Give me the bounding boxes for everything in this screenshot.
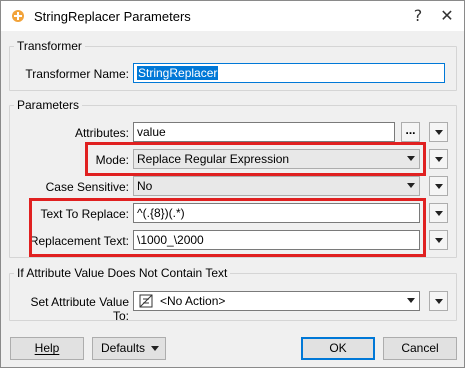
no-action-icon [139, 294, 153, 308]
ok-button-label: OK [329, 341, 347, 355]
mode-menu-button[interactable] [429, 149, 448, 169]
cancel-button[interactable]: Cancel [383, 337, 457, 360]
ok-button[interactable]: OK [301, 337, 375, 360]
chevron-down-icon [435, 130, 443, 135]
parameters-group-title: Parameters [14, 98, 83, 112]
set-attribute-menu-button[interactable] [429, 291, 448, 311]
window-title: StringReplacer Parameters [34, 9, 191, 24]
chevron-down-icon [435, 238, 443, 243]
set-attribute-label: Set Attribute Value To: [30, 295, 129, 323]
chevron-down-icon [435, 299, 443, 304]
transformer-name-label: Transformer Name: [25, 67, 129, 81]
title-bar: StringReplacer Parameters ? ✕ [1, 1, 464, 31]
set-attribute-field[interactable]: <No Action> [133, 291, 420, 311]
case-sensitive-menu-button[interactable] [429, 176, 448, 196]
dialog-window: StringReplacer Parameters ? ✕ Transforme… [0, 0, 465, 368]
defaults-button[interactable]: Defaults [92, 337, 166, 360]
chevron-down-icon [435, 157, 443, 162]
case-sensitive-value: No [137, 179, 153, 193]
cancel-button-label: Cancel [401, 341, 439, 355]
fme-transformer-icon [12, 10, 24, 22]
text-to-replace-menu-button[interactable] [429, 203, 448, 223]
close-title-button[interactable]: ✕ [434, 5, 460, 27]
attributes-field[interactable]: value [133, 122, 395, 142]
mode-highlight-box [85, 142, 426, 176]
chevron-down-icon [435, 184, 443, 189]
case-sensitive-select[interactable]: No [133, 176, 420, 196]
no-text-group-title: If Attribute Value Does Not Contain Text [14, 266, 231, 280]
help-title-button[interactable]: ? [405, 5, 431, 27]
attributes-label: Attributes: [74, 126, 129, 140]
case-sensitive-label: Case Sensitive: [45, 180, 129, 194]
help-button[interactable]: Help [10, 337, 84, 360]
replacement-text-menu-button[interactable] [429, 230, 448, 250]
chevron-down-icon [407, 298, 415, 303]
chevron-down-icon [151, 346, 159, 351]
replace-highlight-box [29, 198, 426, 257]
defaults-button-label: Defaults [101, 341, 146, 355]
chevron-down-icon [435, 211, 443, 216]
transformer-name-input[interactable]: StringReplacer [133, 63, 445, 83]
transformer-group-title: Transformer [14, 39, 85, 53]
set-attribute-value: <No Action> [160, 294, 226, 308]
help-button-label: Help [34, 341, 60, 355]
attributes-menu-button[interactable] [429, 122, 448, 142]
chevron-down-icon [407, 183, 415, 188]
transformer-name-value: StringReplacer [137, 66, 219, 80]
attributes-browse-button[interactable]: ... [401, 122, 420, 142]
